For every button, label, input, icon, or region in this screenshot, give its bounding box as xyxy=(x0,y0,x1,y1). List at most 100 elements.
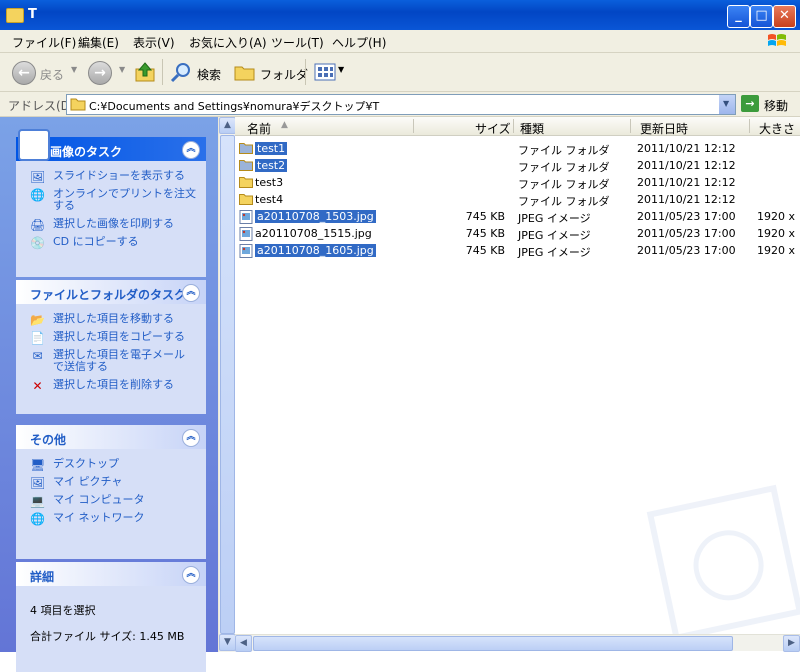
other-places-header[interactable]: その他 ︽ xyxy=(16,425,206,449)
menu-tools[interactable]: ツール(T) xyxy=(271,34,324,51)
folder-icon xyxy=(239,176,253,188)
file-date: 2011/05/23 17:00 xyxy=(637,227,736,240)
collapse-icon[interactable]: ︽ xyxy=(182,566,200,584)
address-input[interactable]: C:¥Documents and Settings¥nomura¥デスクトップ¥… xyxy=(66,94,736,115)
windows-logo-icon xyxy=(768,34,786,46)
close-button[interactable]: ✕ xyxy=(773,5,796,28)
file-name[interactable]: test4 xyxy=(255,193,283,206)
place-my-network[interactable]: 🌐 マイ ネットワーク xyxy=(16,512,206,527)
title-bar[interactable]: T _ □ ✕ xyxy=(0,0,800,30)
column-dimensions[interactable]: 大きさ xyxy=(759,120,795,137)
menu-edit[interactable]: 編集(E) xyxy=(78,34,119,51)
up-folder-icon[interactable] xyxy=(134,61,156,83)
task-print-images[interactable]: 🖨 選択した画像を印刷する xyxy=(16,218,206,233)
task-label: CD にコピーする xyxy=(53,235,139,248)
folders-button-label[interactable]: フォルダ xyxy=(260,66,308,83)
jpeg-file-icon xyxy=(239,210,253,224)
task-slideshow[interactable]: 🖼 スライドショーを表示する xyxy=(16,170,206,185)
column-separator[interactable] xyxy=(630,119,631,133)
go-button-label[interactable]: 移動 xyxy=(764,97,788,114)
minimize-button[interactable]: _ xyxy=(727,5,750,28)
file-row[interactable]: test1 ファイル フォルダ 2011/10/21 12:12 xyxy=(239,141,800,157)
go-arrow-icon[interactable]: → xyxy=(741,95,759,112)
menu-file[interactable]: ファイル(F) xyxy=(12,34,76,51)
back-dropdown-icon[interactable]: ▼ xyxy=(71,65,77,74)
column-name[interactable]: 名前 xyxy=(247,120,271,137)
views-icon[interactable] xyxy=(314,63,336,81)
other-places-panel: その他 ︽ 🖥 デスクトップ 🖼 マイ ピクチャ 💻 マイ コンピュータ 🌐 マイ ネッ… xyxy=(16,425,206,559)
file-row[interactable]: a20110708_1515.jpg 745 KB JPEG イメージ 2011/05… xyxy=(239,226,800,242)
file-name[interactable]: test1 xyxy=(255,142,288,155)
file-dimensions: 1920 x xyxy=(757,210,796,223)
task-label: 選択した項目をコピーする xyxy=(53,330,185,343)
total-file-size: 合計ファイル サイズ: 1.45 MB xyxy=(30,630,185,643)
task-label: デスクトップ xyxy=(53,457,119,470)
views-dropdown-icon[interactable]: ▼ xyxy=(338,65,344,74)
scroll-left-icon[interactable]: ◀ xyxy=(235,635,252,652)
maximize-button[interactable]: □ xyxy=(750,5,773,28)
explorer-window: T _ □ ✕ ファイル(F) 編集(E) 表示(V) お気に入り(A) ツール… xyxy=(0,0,800,672)
folders-icon[interactable] xyxy=(234,63,256,81)
forward-dropdown-icon[interactable]: ▼ xyxy=(119,65,125,74)
task-order-prints[interactable]: 🌐 オンラインでプリントを注文する xyxy=(16,188,206,212)
place-desktop[interactable]: 🖥 デスクトップ xyxy=(16,457,206,473)
vertical-scrollbar[interactable]: ▲ ▼ xyxy=(219,117,236,652)
file-type: JPEG イメージ xyxy=(518,246,591,259)
file-tasks-header[interactable]: ファイルとフォルダのタスク ︽ xyxy=(16,280,206,304)
task-delete[interactable]: ✕ 選択した項目を削除する xyxy=(16,379,206,394)
address-bar: アドレス(D) C:¥Documents and Settings¥nomura… xyxy=(0,92,800,117)
file-name[interactable]: a20110708_1503.jpg xyxy=(255,210,376,223)
column-date[interactable]: 更新日時 xyxy=(640,120,688,137)
collapse-icon[interactable]: ︽ xyxy=(182,141,200,159)
menu-favorites[interactable]: お気に入り(A) xyxy=(189,34,267,51)
back-button-label[interactable]: 戻る xyxy=(40,66,64,83)
email-icon: ✉ xyxy=(32,349,43,363)
task-move[interactable]: 📂 選択した項目を移動する xyxy=(16,313,206,328)
back-arrow-icon[interactable]: ← xyxy=(12,61,36,85)
place-my-computer[interactable]: 💻 マイ コンピュータ xyxy=(16,494,206,509)
column-type[interactable]: 種類 xyxy=(520,120,544,137)
image-tasks-header[interactable]: 画像のタスク ︽ xyxy=(16,129,206,161)
search-button-label[interactable]: 検索 xyxy=(197,66,221,83)
other-places-title: その他 xyxy=(30,433,67,447)
scroll-down-icon[interactable]: ▼ xyxy=(219,634,236,651)
search-icon[interactable] xyxy=(170,61,192,83)
column-separator[interactable] xyxy=(513,119,514,133)
vertical-scroll-thumb[interactable] xyxy=(220,135,235,634)
menu-help[interactable]: ヘルプ(H) xyxy=(332,34,386,51)
horizontal-scroll-thumb[interactable] xyxy=(253,636,733,651)
place-my-pictures[interactable]: 🖼 マイ ピクチャ xyxy=(16,476,206,491)
file-type: ファイル フォルダ xyxy=(518,144,610,157)
address-dropdown-button[interactable]: ▼ xyxy=(719,95,735,114)
task-copy-to-cd[interactable]: 💿 CD にコピーする xyxy=(16,235,206,251)
menu-view[interactable]: 表示(V) xyxy=(133,34,175,51)
selected-count: 4 項目を選択 xyxy=(30,604,96,617)
column-separator[interactable] xyxy=(413,119,414,133)
column-separator[interactable] xyxy=(749,119,750,133)
file-date: 2011/05/23 17:00 xyxy=(637,210,736,223)
details-header[interactable]: 詳細 ︽ xyxy=(16,562,206,586)
file-row[interactable]: test3 ファイル フォルダ 2011/10/21 12:12 xyxy=(239,175,800,191)
folder-icon xyxy=(239,142,253,154)
file-row[interactable]: a20110708_1503.jpg 745 KB JPEG イメージ 2011/05… xyxy=(239,209,800,225)
scroll-right-icon[interactable]: ▶ xyxy=(783,635,800,652)
task-email[interactable]: ✉ 選択した項目を電子メールで送信する xyxy=(16,349,193,373)
file-row[interactable]: test2 ファイル フォルダ 2011/10/21 12:12 xyxy=(239,158,800,174)
menu-bar: ファイル(F) 編集(E) 表示(V) お気に入り(A) ツール(T) ヘルプ(… xyxy=(0,30,800,53)
forward-arrow-icon[interactable]: → xyxy=(88,61,112,85)
file-row[interactable]: test4 ファイル フォルダ 2011/10/21 12:12 xyxy=(239,192,800,208)
horizontal-scrollbar[interactable]: ◀ ▶ xyxy=(235,634,800,652)
column-size[interactable]: サイズ xyxy=(475,120,511,137)
collapse-icon[interactable]: ︽ xyxy=(182,429,200,447)
file-row[interactable]: a20110708_1605.jpg 745 KB JPEG イメージ 2011/05… xyxy=(239,243,800,259)
file-name[interactable]: test3 xyxy=(255,176,283,189)
file-name[interactable]: a20110708_1515.jpg xyxy=(255,227,372,240)
file-name[interactable]: a20110708_1605.jpg xyxy=(255,244,376,257)
task-copy[interactable]: 📄 選択した項目をコピーする xyxy=(16,330,206,346)
slideshow-icon: 🖼 xyxy=(30,170,46,184)
file-name[interactable]: test2 xyxy=(255,159,288,172)
collapse-icon[interactable]: ︽ xyxy=(182,284,200,302)
file-date: 2011/10/21 12:12 xyxy=(637,176,736,189)
column-header: 名前 ▲ サイズ 種類 更新日時 大きさ xyxy=(235,117,800,136)
scroll-up-icon[interactable]: ▲ xyxy=(219,117,236,134)
